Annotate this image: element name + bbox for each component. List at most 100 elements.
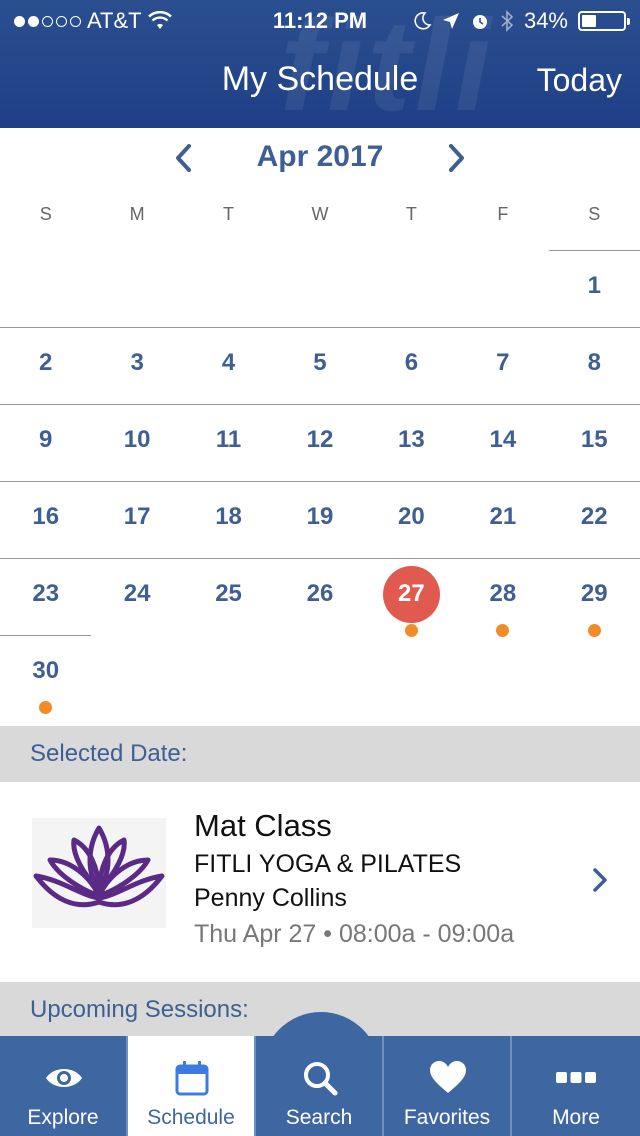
calendar-empty-cell [457, 635, 548, 712]
location-icon [442, 13, 459, 29]
calendar-empty-cell [91, 250, 182, 327]
weekday-label: M [129, 204, 145, 224]
calendar-empty-cell [549, 635, 640, 712]
session-studio: FITLI YOGA & PILATES [194, 850, 462, 878]
calendar-day-number: 17 [123, 503, 151, 530]
calendar-day[interactable]: 26 [274, 558, 366, 635]
selected-date-heading: Selected Date: [30, 740, 188, 767]
calendar-day[interactable]: 17 [91, 481, 183, 558]
month-navigation: Apr 2017 [0, 138, 640, 182]
tab-schedule[interactable]: Schedule [128, 1036, 256, 1136]
calendar-day[interactable]: 19 [274, 481, 366, 558]
today-button[interactable]: Today [537, 62, 622, 99]
session-instructor: Penny Collins [194, 884, 347, 912]
month-label: Apr 2017 [256, 140, 384, 173]
calendar-week-row: 30 [0, 635, 640, 714]
calendar-empty-cell [274, 250, 365, 327]
calendar-day[interactable]: 18 [182, 481, 275, 558]
calendar-day-number: 24 [123, 580, 151, 607]
calendar-day-number: 25 [215, 580, 242, 607]
calendar-day-number: 20 [398, 503, 425, 530]
calendar-day[interactable]: 24 [91, 558, 183, 635]
calendar-day-number: 3 [130, 349, 144, 376]
calendar-day[interactable]: 3 [91, 327, 183, 404]
calendar-empty-cell [366, 635, 457, 712]
calendar-day-number: 12 [306, 426, 334, 453]
weekday-label: S [588, 204, 601, 224]
tab-search[interactable]: Search [256, 1036, 384, 1136]
chevron-right-icon [593, 868, 607, 892]
calendar-day[interactable]: 16 [0, 481, 92, 558]
calendar-week-row: 16 17 18 19 20 21 22 [0, 481, 640, 558]
calendar-day[interactable]: 29 [548, 558, 640, 637]
calendar-day[interactable]: 6 [365, 327, 458, 404]
tab-explore[interactable]: Explore [0, 1036, 128, 1136]
calendar-day-number: 8 [587, 349, 601, 376]
calendar-day[interactable]: 8 [548, 327, 640, 404]
event-dot [39, 701, 52, 714]
calendar-day[interactable]: 28 [457, 558, 549, 637]
calendar-grid: 1 2 3 4 5 6 7 8 9 10 11 12 13 14 15 16 17 18 19 20 21 22 23 24 2… [0, 250, 640, 714]
lotus-icon [33, 825, 165, 908]
weekday-label: W [311, 204, 329, 224]
calendar-empty-cell [91, 635, 182, 712]
battery-percent: 34% [523, 8, 568, 33]
weekday-label: F [497, 204, 509, 224]
calendar-empty-cell [457, 250, 548, 327]
calendar-day[interactable]: 25 [182, 558, 275, 635]
upcoming-sessions-heading: Upcoming Sessions: [30, 996, 249, 1023]
studio-logo [32, 818, 166, 928]
calendar-day[interactable]: 20 [365, 481, 458, 558]
calendar-empty-cell [183, 635, 274, 712]
calendar-day[interactable]: 14 [457, 404, 549, 481]
calendar-day[interactable]: 10 [91, 404, 183, 481]
calendar-week-row: 23 24 25 26 27 28 29 [0, 558, 640, 637]
tab-label: Explore [27, 1106, 99, 1129]
chevron-right-icon [449, 144, 464, 172]
calendar-day-number: 13 [398, 426, 425, 453]
calendar-day-number: 1 [587, 272, 601, 299]
calendar-day[interactable]: 2 [0, 327, 92, 404]
tab-favorites[interactable]: Favorites [384, 1036, 512, 1136]
calendar-day[interactable]: 30 [0, 635, 92, 714]
calendar-day[interactable]: 21 [457, 481, 549, 558]
calendar-day[interactable]: 27 [365, 558, 458, 637]
calendar-day[interactable]: 22 [548, 481, 640, 558]
session-title: Mat Class [194, 808, 332, 843]
calendar-day-number: 16 [32, 503, 60, 530]
calendar-day[interactable]: 13 [365, 404, 458, 481]
calendar-day-number: 28 [489, 580, 517, 607]
bluetooth-icon [501, 10, 514, 32]
calendar-empty-cell [183, 250, 274, 327]
calendar-day[interactable]: 5 [274, 327, 366, 404]
calendar-day-number: 29 [580, 580, 608, 607]
alarm-icon [472, 15, 487, 29]
search-icon [304, 1062, 338, 1096]
next-month-button[interactable] [436, 138, 476, 182]
session-card[interactable]: Mat Class FITLI YOGA & PILATES Penny Col… [0, 782, 640, 982]
calendar-day[interactable]: 11 [182, 404, 275, 481]
calendar-day[interactable]: 12 [274, 404, 366, 481]
calendar-day[interactable]: 1 [548, 250, 640, 327]
calendar-icon [175, 1061, 209, 1096]
calendar-day-number: 5 [313, 349, 327, 376]
tab-label: Search [285, 1106, 353, 1129]
moon-icon [414, 12, 432, 30]
calendar-week-row: 2 3 4 5 6 7 8 [0, 327, 640, 404]
calendar-day[interactable]: 7 [457, 327, 549, 404]
calendar-day[interactable]: 23 [0, 558, 92, 635]
tab-label: More [552, 1106, 600, 1129]
calendar-day[interactable]: 4 [182, 327, 275, 404]
session-time: Thu Apr 27 • 08:00a - 09:00a [194, 920, 515, 948]
calendar-day-number: 14 [489, 426, 517, 453]
calendar-day-number: 21 [489, 503, 517, 530]
calendar-day-number: 30 [32, 657, 60, 684]
heart-icon [430, 1061, 466, 1093]
calendar-day[interactable]: 9 [0, 404, 92, 481]
calendar-day-number: 22 [580, 503, 608, 530]
selected-date-header: Selected Date: [0, 726, 640, 782]
tab-bar: Explore Schedule Search Favorites More [0, 1036, 640, 1136]
tab-more[interactable]: More [512, 1036, 640, 1136]
weekday-label: S [39, 204, 52, 224]
calendar-day[interactable]: 15 [548, 404, 640, 481]
